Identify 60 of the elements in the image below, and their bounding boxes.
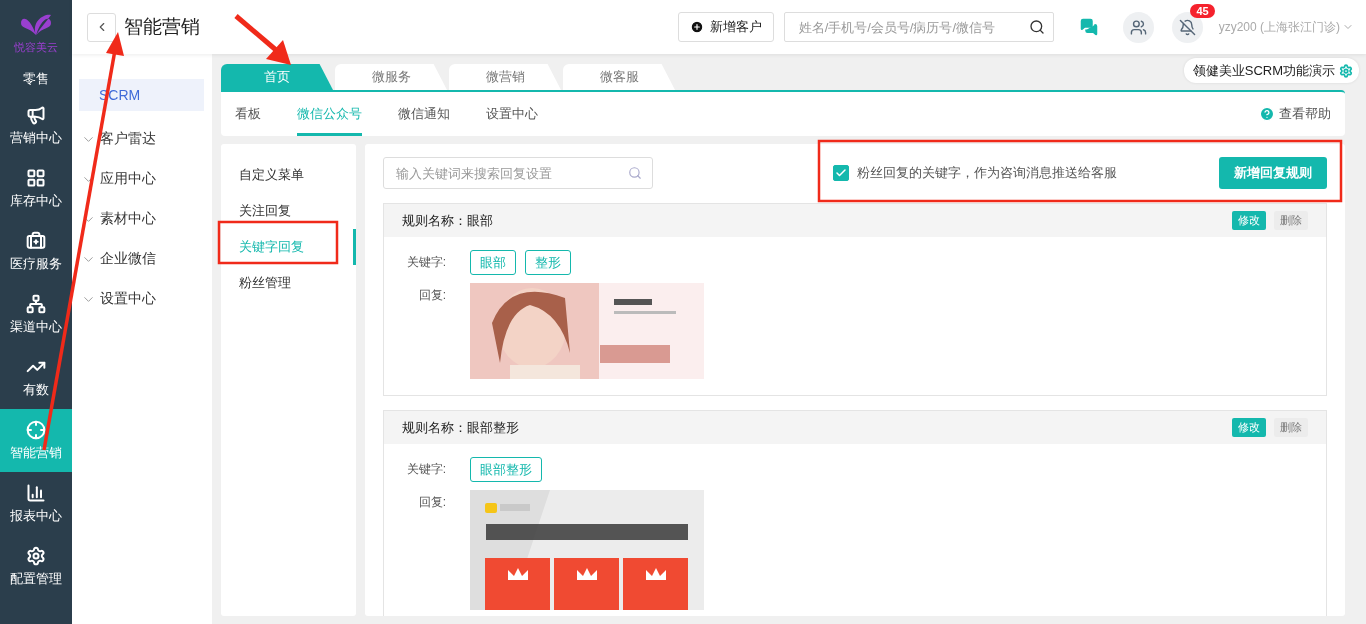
tab[interactable]: 微营销 [449, 64, 561, 90]
menu-item[interactable]: 粉丝管理 [221, 265, 356, 301]
nav-item[interactable]: 渠道中心 [0, 283, 72, 346]
sidebar-item[interactable]: 设置中心 [79, 279, 204, 319]
search-field[interactable]: 姓名/手机号/会员号/病历号/微信号 [783, 12, 1054, 42]
nav-item[interactable]: 医疗服务 [0, 220, 72, 283]
hierarchy-icon [26, 293, 46, 314]
users-icon [1129, 18, 1147, 36]
keyword-tag: 眼部整形 [470, 457, 542, 482]
notification-badge: 45 [1190, 3, 1215, 18]
demo-tag[interactable]: 领健美业SCRM功能演示 [1183, 58, 1359, 83]
users-button[interactable] [1122, 11, 1154, 43]
nav-item[interactable]: 报表中心 [0, 472, 72, 535]
menu-item[interactable]: 自定义菜单 [221, 157, 356, 193]
plus-icon [689, 20, 704, 34]
reply-label: 回复: [418, 287, 446, 304]
settings-icon [26, 545, 46, 566]
bell-off-icon [1178, 18, 1196, 36]
keywords-label: 关键字: [406, 254, 446, 271]
checkbox[interactable] [833, 165, 849, 181]
nav-item[interactable]: 零售 [0, 64, 72, 94]
tab[interactable]: 微客服 [563, 64, 675, 90]
rule-title: 规则名称：眼部整形 [402, 418, 519, 437]
sidebar-item[interactable]: 应用中心 [79, 159, 204, 199]
check-icon [835, 167, 847, 179]
medical-kit-icon [26, 230, 46, 251]
add-customer-button[interactable]: 新增客户 [677, 12, 774, 42]
reply-label: 回复: [418, 494, 446, 511]
keywords-label: 关键字: [406, 461, 446, 478]
search-icon[interactable] [1028, 19, 1045, 35]
keyword-tag: 眼部 [470, 250, 516, 275]
delete-button[interactable]: 删除 [1274, 211, 1308, 230]
subtab[interactable]: 微信通知 [398, 92, 450, 136]
back-button[interactable] [87, 12, 116, 42]
checkbox-label: 粉丝回复的关键字，作为咨询消息推送给客服 [857, 164, 1117, 182]
megaphone-icon [26, 104, 46, 125]
keyword-tag: 整形 [525, 250, 571, 275]
subtab[interactable]: 看板 [235, 92, 261, 136]
sidebar-item[interactable]: 企业微信 [79, 239, 204, 279]
rule-search-field[interactable]: 输入关键词来搜索回复设置 [383, 157, 653, 189]
rule-title: 规则名称：眼部 [402, 211, 493, 230]
grid-icon [26, 167, 46, 188]
target-icon [26, 419, 46, 440]
page-title: 智能营销 [124, 15, 200, 39]
help-link[interactable]: 查看帮助 [1259, 92, 1331, 136]
subtab[interactable]: 设置中心 [486, 92, 538, 136]
sidebar-item[interactable]: 素材中心 [79, 199, 204, 239]
chat-icon[interactable] [1080, 18, 1099, 36]
nav-item[interactable]: 有数 [0, 346, 72, 409]
annotation-arrow [234, 14, 291, 65]
settings-icon[interactable] [1339, 63, 1353, 78]
tab[interactable]: 微服务 [335, 64, 447, 90]
nav-item[interactable]: 营销中心 [0, 94, 72, 157]
bar-chart-icon [26, 482, 46, 503]
nav-item[interactable]: 配置管理 [0, 535, 72, 598]
delete-button[interactable]: 删除 [1274, 418, 1308, 437]
help-icon [1259, 106, 1275, 122]
nav-item[interactable]: 库存中心 [0, 157, 72, 220]
brand-name: 悦容美云 [14, 40, 58, 55]
menu-item[interactable]: 关注回复 [221, 193, 356, 229]
